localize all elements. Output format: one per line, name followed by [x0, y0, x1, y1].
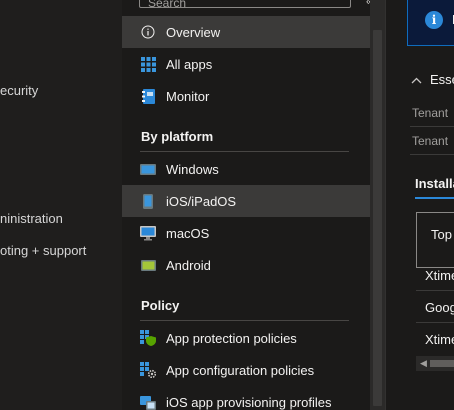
- menu-item-monitor[interactable]: Monitor: [122, 80, 370, 112]
- table-header-box: Top: [416, 212, 454, 268]
- menu-item-app-configuration-policies[interactable]: App configuration policies: [122, 354, 370, 386]
- table-column-header[interactable]: Top: [431, 227, 452, 242]
- section-divider: [140, 151, 349, 152]
- tenant-location-label: Tenant: [412, 134, 449, 148]
- menu-item-label: App protection policies: [166, 330, 297, 346]
- menu-item-label: Overview: [166, 24, 221, 40]
- menu-item-ios-ipados[interactable]: iOS/iPadOS: [122, 185, 370, 217]
- menu-item-overview[interactable]: Overview: [122, 16, 370, 48]
- menu-scrollbar-thumb[interactable]: [373, 30, 382, 406]
- menu-item-label: Monitor: [166, 88, 210, 104]
- left-navigation-pane: ecurity ninistration oting + support: [0, 0, 122, 410]
- info-banner: i M: [407, 0, 454, 46]
- scroll-left-arrow-icon[interactable]: ◀: [420, 358, 427, 369]
- table-row[interactable]: Xtime: [425, 332, 454, 347]
- section-header-by-platform: By platform: [141, 129, 214, 144]
- tenant-name-label: Tenant: [412, 106, 449, 120]
- search-placeholder: Search: [148, 0, 187, 10]
- row-divider: [416, 290, 454, 291]
- left-nav-item-troubleshooting-support[interactable]: oting + support: [0, 243, 86, 258]
- info-circle-icon: [140, 24, 156, 40]
- chevron-up-icon: [411, 72, 422, 87]
- tab-installation-status[interactable]: Installa: [415, 176, 454, 191]
- table-row[interactable]: Goog: [425, 300, 454, 315]
- left-nav-item-administration[interactable]: ninistration: [0, 211, 63, 226]
- monitor-icon: [140, 225, 156, 241]
- menu-item-ios-app-provisioning-profiles[interactable]: iOS app provisioning profiles: [122, 386, 370, 410]
- provisioning-icon: [140, 394, 156, 410]
- essentials-label: Esse: [430, 72, 454, 87]
- shield-grid-icon: [140, 330, 156, 346]
- info-icon: i: [425, 11, 443, 29]
- menu-item-label: All apps: [166, 56, 213, 72]
- android-device-icon: [140, 257, 156, 273]
- menu-item-macos[interactable]: macOS: [122, 217, 370, 249]
- grid-icon: [140, 56, 156, 72]
- notebook-icon: [140, 88, 156, 104]
- field-divider: [410, 126, 454, 127]
- menu-item-android[interactable]: Android: [122, 249, 370, 281]
- menu-item-label: iOS app provisioning profiles: [166, 394, 332, 410]
- table-horizontal-scrollbar[interactable]: ◀: [416, 356, 454, 371]
- section-header-policy: Policy: [141, 298, 180, 313]
- menu-item-label: App configuration policies: [166, 362, 315, 378]
- menu-item-all-apps[interactable]: All apps: [122, 48, 370, 80]
- menu-scrollbar[interactable]: [370, 0, 385, 410]
- menu-item-windows[interactable]: Windows: [122, 153, 370, 185]
- menu-item-app-protection-policies[interactable]: App protection policies: [122, 322, 370, 354]
- gear-grid-icon: [140, 362, 156, 378]
- overview-content-pane: i M Esse Tenant Tenant Installa Top Xtim…: [385, 0, 454, 410]
- windows-device-icon: [140, 161, 156, 177]
- menu-item-label: Android: [166, 257, 211, 273]
- essentials-toggle[interactable]: Esse: [411, 72, 454, 87]
- menu-item-label: iOS/iPadOS: [166, 193, 237, 209]
- field-divider: [410, 154, 454, 155]
- horizontal-scrollbar-thumb[interactable]: [430, 360, 454, 367]
- row-divider: [416, 322, 454, 323]
- apps-menu-pane: Search « Overview All apps Monitor By pl…: [122, 0, 372, 410]
- tab-active-indicator: [415, 197, 454, 199]
- left-nav-item-security[interactable]: ecurity: [0, 83, 38, 98]
- table-row[interactable]: Xtime: [425, 268, 454, 283]
- menu-item-label: macOS: [166, 225, 210, 241]
- phone-icon: [140, 193, 156, 209]
- menu-item-label: Windows: [166, 161, 219, 177]
- section-divider: [140, 320, 349, 321]
